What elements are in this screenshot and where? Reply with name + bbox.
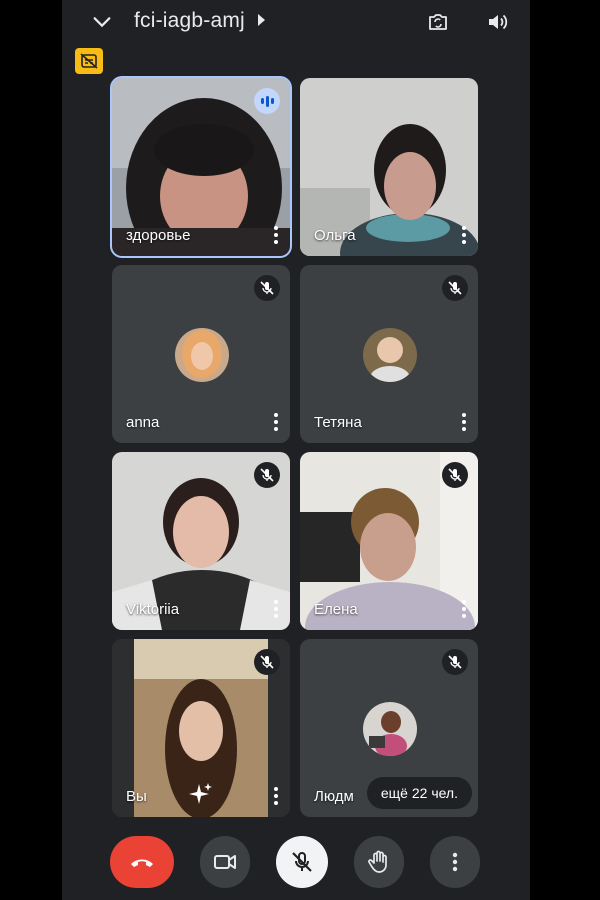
participant-name: Ольга [314, 227, 356, 244]
more-vert-icon[interactable] [456, 409, 472, 435]
participant-tile[interactable]: Тетяна [300, 265, 478, 443]
participant-name: anna [126, 414, 160, 431]
mic-off-icon [442, 275, 468, 301]
end-call-icon [131, 859, 153, 867]
more-participants-button[interactable]: ещё 22 чел. [366, 777, 472, 809]
participant-tile[interactable]: Ольга [300, 78, 478, 256]
participant-tile[interactable]: anna [112, 265, 290, 443]
speaker-icon[interactable] [482, 6, 514, 38]
end-call-button[interactable] [110, 836, 174, 888]
more-vert-icon[interactable] [456, 222, 472, 248]
avatar [363, 702, 417, 756]
more-vert-icon[interactable] [268, 222, 284, 248]
meet-screen: fci-iagb-amj здоровье Ольга anna Тетяна … [62, 0, 530, 900]
camera-icon [214, 855, 236, 869]
mic-off-icon [292, 852, 312, 872]
participant-name: Тетяна [314, 414, 362, 431]
more-options-icon [452, 852, 458, 872]
more-vert-icon[interactable] [456, 596, 472, 622]
call-controls [62, 832, 530, 900]
participant-name: Елена [314, 601, 358, 618]
participant-tile[interactable]: Людм ещё 22 чел. [300, 639, 478, 817]
more-vert-icon[interactable] [268, 596, 284, 622]
meeting-code[interactable]: fci-iagb-amj [134, 9, 245, 33]
raise-hand-button[interactable] [354, 836, 404, 888]
switch-camera-icon[interactable] [422, 6, 454, 38]
participant-tile[interactable]: Viktoriia [112, 452, 290, 630]
more-vert-icon[interactable] [268, 409, 284, 435]
mic-off-icon [442, 649, 468, 675]
participant-name: здоровье [126, 227, 191, 244]
effects-sparkle-icon[interactable] [188, 781, 214, 807]
avatar [363, 328, 417, 382]
chevron-down-icon[interactable] [86, 6, 118, 38]
more-vert-icon[interactable] [268, 783, 284, 809]
mic-button[interactable] [276, 836, 328, 888]
participant-name: Viktoriia [126, 601, 180, 618]
raise-hand-icon [368, 850, 387, 873]
captions-off-icon[interactable] [75, 48, 103, 74]
camera-button[interactable] [200, 836, 250, 888]
avatar [175, 328, 229, 382]
top-bar: fci-iagb-amj [62, 0, 530, 44]
meeting-info-arrow-icon[interactable] [258, 14, 265, 26]
participant-name: Вы [126, 788, 147, 805]
mic-off-icon [442, 462, 468, 488]
mic-off-icon [254, 462, 280, 488]
mic-off-icon [254, 649, 280, 675]
participant-name: Людм [314, 788, 354, 805]
speaking-indicator-icon [254, 88, 280, 114]
mic-off-icon [254, 275, 280, 301]
more-options-button[interactable] [430, 836, 480, 888]
participant-tile[interactable]: Елена [300, 452, 478, 630]
participant-tile[interactable]: здоровье [110, 76, 292, 258]
participant-tile[interactable]: Вы [112, 639, 290, 817]
